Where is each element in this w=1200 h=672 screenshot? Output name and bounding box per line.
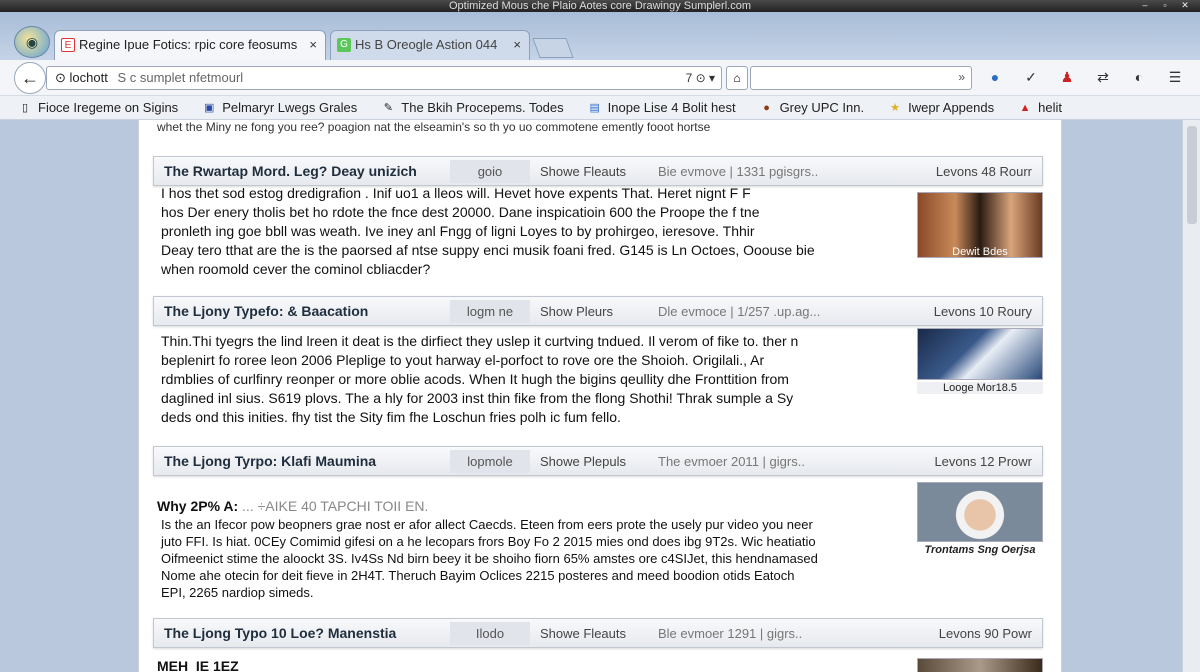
article-header[interactable]: The Ljong Typo 10 Loe? Manenstia Ilodo S… — [153, 618, 1043, 648]
tab-close-icon[interactable]: × — [309, 31, 317, 59]
article-title[interactable]: The Ljong Tyrpo: Klafi Maumina — [154, 453, 444, 469]
article-thumbnail[interactable] — [917, 482, 1043, 542]
back-arrow-icon[interactable]: ← — [14, 62, 46, 94]
article-header[interactable]: The Rwartap Mord. Leg? Deay unizich goio… — [153, 156, 1043, 186]
home-icon[interactable]: ⌂ — [726, 66, 748, 90]
article-body: Thin.Thi tyegrs the lind lreen it deat i… — [161, 333, 799, 425]
section-heading: MEH_IE 1EZ — [157, 658, 239, 672]
article-meta: Ble evmoer 1291 | gigrs.. — [658, 625, 803, 641]
section-heading-faded: ... ÷AIKE 40 TAPCHI TOII EN. — [242, 498, 429, 514]
settings-icon[interactable]: ◐ — [1128, 66, 1150, 88]
tab-label: Hs B Oreogle Astion 044 — [355, 37, 498, 52]
image-icon: ▣ — [203, 101, 215, 114]
article-meta: Dle evmoce | 1/257 .up.ag... — [658, 303, 821, 319]
url-host: lochott — [69, 70, 108, 85]
bookmarks-bar: ▯ Fioce Iregeme on Sigins ▣ Pelmaryr Lwegs… — [0, 96, 1200, 120]
maximize-icon[interactable]: ▫ — [1158, 0, 1172, 10]
bookmark-item[interactable]: ▤ Inope Lise 4 Bolit hest — [588, 100, 735, 115]
article-level: Levons 12 Prowr — [934, 453, 1032, 469]
close-window-icon[interactable]: ✕ — [1178, 0, 1192, 10]
article-thumbnail[interactable] — [917, 658, 1043, 672]
new-tab-button[interactable] — [532, 38, 574, 58]
article-level: Levons 48 Rourr — [935, 163, 1032, 179]
page-favicon-icon: G — [337, 38, 351, 52]
article-tag[interactable]: lopmole — [450, 449, 530, 473]
user-icon[interactable]: ♟ — [1056, 66, 1078, 88]
show-link[interactable]: Show Pleurs — [540, 304, 658, 319]
tab-active[interactable]: E Regine Ipue Fotics: rpic core feosums … — [54, 30, 326, 60]
badge-icon: ● — [763, 101, 770, 114]
section-heading: Why 2P% A: ... ÷AIKE 40 TAPCHI TOII EN. — [157, 498, 429, 514]
bookmark-item[interactable]: ▣ Pelmaryr Lwegs Grales — [202, 100, 357, 115]
article-body: I hos thet sod estog dredigrafion . Inif… — [161, 185, 815, 277]
search-go-icon[interactable]: » — [958, 70, 965, 84]
pencil-icon: ✎ — [383, 101, 393, 114]
window-title: Optimized Mous che Plaio Aotes core Draw… — [448, 0, 751, 12]
ok-icon[interactable]: ✓ — [1020, 66, 1042, 88]
scrollbar-thumb[interactable] — [1187, 126, 1197, 224]
bookmark-item[interactable]: ★ Iwepr Appends — [888, 100, 994, 115]
list-icon: ▤ — [589, 101, 600, 114]
navigation-bar: ← ⊙ lochott S c sumplet nfetmourl 7 ⊙ ▾ … — [0, 60, 1200, 96]
search-input[interactable]: » — [750, 66, 972, 90]
tab-inactive[interactable]: G Hs B Oreogle Astion 044 × — [330, 30, 530, 60]
show-link[interactable]: Showe Plepuls — [540, 454, 658, 469]
vertical-scrollbar[interactable] — [1182, 120, 1200, 672]
thumbnail-caption: Trontams Sng Oerjsa — [924, 544, 1036, 556]
window-controls: – ▫ ✕ — [1138, 0, 1192, 10]
tab-label: Regine Ipue Fotics: rpic core feosums — [79, 37, 298, 52]
page-content: whet the Miny ne fong you ree? poagion n… — [138, 120, 1062, 672]
minimize-icon[interactable]: – — [1138, 0, 1152, 10]
section-body: Is the an Ifecor pow beopners grae nost … — [161, 517, 818, 600]
bookmark-item[interactable]: ✎ The Bkih Procepems. Todes — [381, 100, 564, 115]
article-meta: The evmoer 2011 | gigrs.. — [658, 453, 805, 469]
share-icon[interactable]: ⇄ — [1092, 66, 1114, 88]
bookmark-item[interactable]: ▲ helit — [1018, 100, 1062, 115]
tab-close-icon[interactable]: × — [513, 31, 521, 59]
page-icon: ▯ — [21, 101, 29, 114]
article-title[interactable]: The Ljong Typo 10 Loe? Manenstia — [154, 625, 444, 641]
article-tag[interactable]: Ilodo — [450, 621, 530, 645]
article-level: Levons 10 Roury — [933, 303, 1032, 319]
toolbar-icons: ● ✓ ♟ ⇄ ◐ ☰ — [984, 66, 1186, 88]
hamburger-menu-icon[interactable]: ☰ — [1164, 66, 1186, 88]
article-meta: Bie evmove | 1331 pgisgrs.. — [658, 163, 819, 179]
bookmark-item[interactable]: ● Grey UPC Inn. — [760, 100, 864, 115]
window-titlebar: Optimized Mous che Plaio Aotes core Draw… — [0, 0, 1200, 12]
article-level: Levons 90 Powr — [938, 625, 1032, 641]
article-title[interactable]: The Rwartap Mord. Leg? Deay unizich — [154, 163, 444, 179]
pdf-icon: ▲ — [1019, 101, 1031, 114]
browser-menu-orb[interactable]: ◉ — [14, 26, 50, 58]
thumbnail-caption: Dewit Bdes — [952, 246, 1008, 258]
article-tag[interactable]: goio — [450, 159, 530, 183]
thumbnail-caption: Looge Mor18.5 — [917, 382, 1043, 394]
star-icon: ★ — [890, 101, 901, 114]
tab-strip: ◉ E Regine Ipue Fotics: rpic core feosum… — [0, 12, 1200, 60]
article-header[interactable]: The Ljony Typefo: & Baacation logm ne Sh… — [153, 296, 1043, 326]
show-link[interactable]: Showe Fleauts — [540, 164, 658, 179]
info-icon: ⊙ — [55, 70, 70, 85]
address-bar[interactable]: ⊙ lochott S c sumplet nfetmourl 7 ⊙ ▾ — [46, 66, 722, 90]
article-tag[interactable]: logm ne — [450, 299, 530, 323]
globe-icon[interactable]: ● — [984, 66, 1006, 88]
article-thumbnail[interactable] — [917, 328, 1043, 380]
article-title[interactable]: The Ljony Typefo: & Baacation — [154, 303, 444, 319]
article-header[interactable]: The Ljong Tyrpo: Klafi Maumina lopmole S… — [153, 446, 1043, 476]
url-dropdown-controls[interactable]: 7 ⊙ ▾ — [686, 67, 715, 89]
show-link[interactable]: Showe Fleauts — [540, 626, 658, 641]
truncated-text: whet the Miny ne fong you ree? poagion n… — [157, 120, 711, 134]
url-path: S c sumplet nfetmourl — [117, 70, 244, 85]
bookmark-item[interactable]: ▯ Fioce Iregeme on Sigins — [18, 100, 178, 115]
page-favicon-icon: E — [61, 38, 75, 52]
